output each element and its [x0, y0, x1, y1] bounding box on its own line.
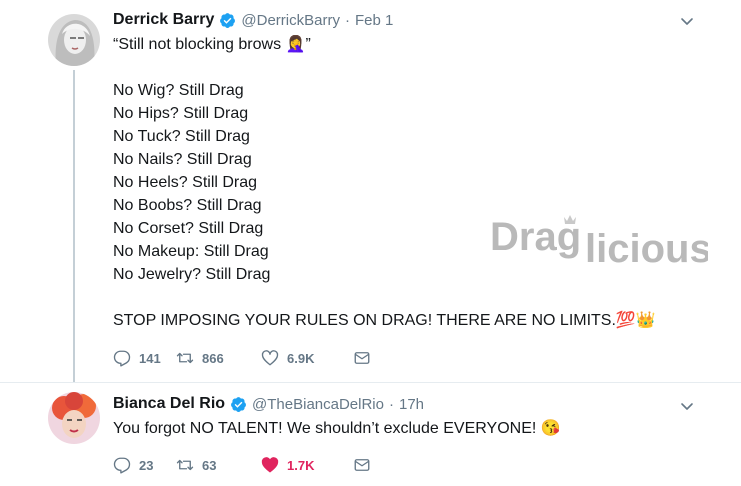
- tweet-header: Bianca Del Rio @TheBiancaDelRio · 17h: [113, 395, 424, 413]
- reply-button[interactable]: 23: [113, 456, 176, 474]
- draglicious-watermark-logo: Drag licious: [490, 215, 708, 270]
- tweet-actions: 141 866 6.9K: [113, 349, 371, 367]
- verified-badge-icon: [231, 396, 246, 412]
- retweet-icon: [176, 459, 194, 471]
- dm-button[interactable]: [353, 349, 371, 367]
- like-button[interactable]: 6.9K: [261, 349, 353, 367]
- envelope-icon: [354, 352, 370, 364]
- tweet-derrick-barry[interactable]: Derrick Barry @DerrickBarry · Feb 1 “Sti…: [0, 0, 741, 384]
- retweet-button[interactable]: 63: [176, 456, 261, 474]
- tweet-text: “Still not blocking brows 🤦‍♀️” No Wig? …: [113, 33, 656, 332]
- envelope-icon: [354, 459, 370, 471]
- dm-button[interactable]: [353, 456, 371, 474]
- text-line: [113, 56, 656, 79]
- display-name[interactable]: Bianca Del Rio: [113, 395, 225, 413]
- tweet-header: Derrick Barry @DerrickBarry · Feb 1: [113, 11, 393, 29]
- like-count: 1.7K: [287, 457, 315, 473]
- retweet-icon: [176, 352, 194, 364]
- retweet-button[interactable]: 866: [176, 349, 261, 367]
- text-line: You forgot NO TALENT! We shouldn’t exclu…: [113, 420, 561, 437]
- text-line: [113, 286, 656, 309]
- text-line: No Hips? Still Drag: [113, 105, 249, 122]
- thread-connector: [73, 70, 75, 382]
- text-line: No Tuck? Still Drag: [113, 128, 250, 145]
- retweet-count: 63: [202, 457, 217, 473]
- display-name[interactable]: Derrick Barry: [113, 11, 214, 29]
- avatar-derrick-barry[interactable]: [48, 14, 100, 66]
- watermark-licious: licious: [585, 227, 708, 270]
- heart-icon: [261, 457, 279, 473]
- tweet-divider: [0, 382, 741, 383]
- like-button[interactable]: 1.7K: [261, 456, 353, 474]
- tweet-text: You forgot NO TALENT! We shouldn’t exclu…: [113, 417, 561, 440]
- tweet-date[interactable]: 17h: [399, 396, 424, 413]
- reply-icon: [113, 457, 131, 474]
- reply-icon: [113, 350, 131, 367]
- verified-badge-icon: [220, 12, 236, 28]
- tweet-date[interactable]: Feb 1: [355, 12, 393, 29]
- tweet-actions: 23 63 1.7K: [113, 456, 371, 474]
- text-line: “Still not blocking brows 🤦‍♀️”: [113, 36, 311, 53]
- heart-icon: [261, 350, 279, 366]
- text-line: No Wig? Still Drag: [113, 82, 244, 99]
- like-count: 6.9K: [287, 350, 315, 366]
- user-handle[interactable]: @DerrickBarry: [241, 12, 340, 29]
- separator-dot: ·: [388, 395, 394, 413]
- text-line: STOP IMPOSING YOUR RULES ON DRAG! THERE …: [113, 312, 656, 329]
- separator-dot: ·: [344, 11, 350, 29]
- retweet-count: 866: [202, 350, 224, 366]
- chevron-down-icon[interactable]: [679, 13, 695, 29]
- reply-count: 23: [139, 457, 154, 473]
- reply-count: 141: [139, 350, 161, 366]
- reply-button[interactable]: 141: [113, 349, 176, 367]
- text-line: No Heels? Still Drag: [113, 174, 258, 191]
- chevron-down-icon[interactable]: [679, 398, 695, 414]
- text-line: No Nails? Still Drag: [113, 151, 252, 168]
- avatar-bianca-del-rio[interactable]: [48, 392, 100, 444]
- user-handle[interactable]: @TheBiancaDelRio: [252, 396, 384, 413]
